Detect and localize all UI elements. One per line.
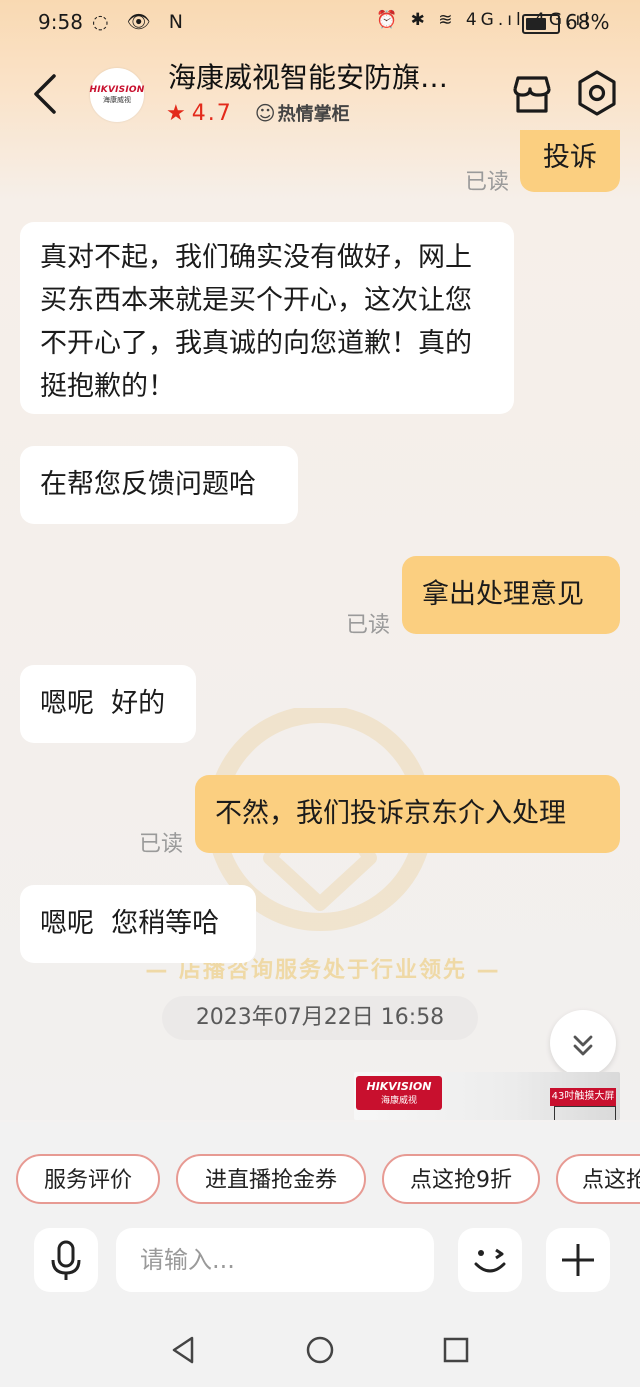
wink-emoji-icon xyxy=(474,1248,506,1273)
nav-home-icon[interactable] xyxy=(304,1334,336,1366)
message-input[interactable] xyxy=(116,1228,434,1292)
message-right[interactable]: 投诉 xyxy=(520,130,620,192)
message-right[interactable]: 不然，我们投诉京东介入处理 xyxy=(195,775,620,853)
shop-rating: 4.7 xyxy=(191,100,233,126)
status-bar: 9:58 ◌ 👁 N ⏰ ✱ ≋ 4G.ıl 4G.ıl 68% xyxy=(0,0,640,46)
voice-button[interactable] xyxy=(34,1228,98,1292)
banner-promo-label: 43吋触摸大屏 xyxy=(550,1088,616,1106)
product-banner[interactable]: HIKVISION 海康威视 43吋触摸大屏 xyxy=(354,1072,620,1120)
smile-badge-icon: ☺ xyxy=(254,101,276,125)
banner-brand-logo: HIKVISION 海康威视 xyxy=(356,1076,442,1110)
shop-rating-row: ★ 4.7 ☺ 热情掌柜 xyxy=(166,98,350,128)
message-left[interactable]: 嗯呢 好的 xyxy=(20,665,196,743)
message-left[interactable]: 真对不起，我们确实没有做好，网上买东西本来就是买个开心，这次让您不开心了，我真诚… xyxy=(20,222,514,414)
store-icon[interactable] xyxy=(508,70,556,118)
quick-reply-bar: 服务评价 进直播抢金券 点这抢9折 点这抢 xyxy=(0,1122,640,1222)
banner-brand-subtitle: 海康威视 xyxy=(380,1096,417,1106)
read-receipt: 已读 xyxy=(139,832,184,857)
double-chevron-down-icon xyxy=(573,1035,593,1056)
status-left-icons: ◌ 👁 N xyxy=(92,11,189,33)
quick-reply-chip[interactable]: 点这抢9折 xyxy=(382,1154,540,1204)
quick-reply-chip[interactable]: 进直播抢金券 xyxy=(176,1154,366,1204)
chat-header: HIKVISION 海康威视 海康威视智能安防旗… ★ 4.7 ☺ 热情掌柜 xyxy=(0,46,640,138)
system-nav-bar xyxy=(0,1314,640,1387)
back-arrow-icon[interactable] xyxy=(28,72,64,116)
message-input-bar xyxy=(0,1222,640,1314)
quick-reply-chip[interactable]: 点这抢 xyxy=(556,1154,640,1204)
banner-brand-name: HIKVISION xyxy=(366,1080,432,1093)
scroll-to-bottom-button[interactable] xyxy=(550,1010,616,1076)
microphone-icon xyxy=(51,1240,81,1280)
shop-title[interactable]: 海康威视智能安防旗… xyxy=(168,56,448,96)
read-receipt: 已读 xyxy=(346,613,391,638)
message-left[interactable]: 嗯呢 您稍等哈 xyxy=(20,885,256,963)
shop-logo-brand: HIKVISION xyxy=(89,85,145,95)
battery-percent: 68% xyxy=(565,10,610,34)
message-left[interactable]: 在帮您反馈问题哈 xyxy=(20,446,298,524)
shop-tag: 热情掌柜 xyxy=(277,104,350,125)
settings-icon[interactable] xyxy=(574,68,620,118)
status-right-icons: ⏰ ✱ ≋ 4G.ıl 4G.ıl xyxy=(376,10,593,30)
read-receipt: 已读 xyxy=(465,170,510,195)
emoji-button[interactable] xyxy=(458,1228,522,1292)
status-time: 9:58 xyxy=(38,10,83,34)
battery-icon xyxy=(522,14,560,34)
plus-icon xyxy=(562,1244,594,1276)
nav-back-icon[interactable] xyxy=(168,1334,200,1366)
timestamp-chip: 2023年07月22日 16:58 xyxy=(162,996,478,1040)
message-right[interactable]: 拿出处理意见 xyxy=(402,556,620,634)
banner-screen-graphic xyxy=(554,1106,616,1120)
shop-avatar[interactable]: HIKVISION 海康威视 xyxy=(90,68,144,122)
nav-recents-icon[interactable] xyxy=(440,1334,472,1366)
quick-reply-chip[interactable]: 服务评价 xyxy=(16,1154,160,1204)
more-button[interactable] xyxy=(546,1228,610,1292)
star-icon: ★ xyxy=(166,100,186,126)
shop-logo-subtitle: 海康威视 xyxy=(103,96,131,104)
